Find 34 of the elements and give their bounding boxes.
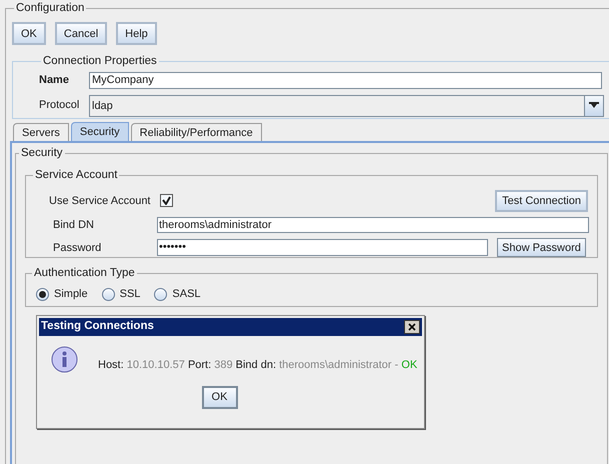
show-password-button[interactable]: Show Password — [497, 238, 586, 258]
field-label: Name — [39, 72, 70, 88]
radio-label: Simple — [54, 286, 88, 302]
field-label: Password — [52, 240, 102, 256]
window-title: Configuration — [15, 1, 86, 16]
protocol-dropdown[interactable]: ldap — [89, 94, 604, 116]
radio-label: SASL — [172, 286, 201, 302]
checkbox-label: Use Service Account — [49, 194, 152, 208]
password-field[interactable]: ••••••• — [157, 239, 488, 256]
info-icon — [51, 346, 79, 374]
radio-button[interactable] — [36, 288, 49, 300]
radio-button[interactable] — [154, 288, 168, 300]
tab[interactable]: Servers — [13, 123, 69, 142]
use-service-account-checkbox[interactable] — [160, 194, 173, 208]
radio-button[interactable] — [102, 288, 115, 300]
bind-dn-field[interactable]: therooms\administrator — [157, 217, 589, 233]
close-icon[interactable] — [404, 320, 420, 334]
radio-label: SSL — [120, 286, 140, 302]
connection-result-message: Host: 10.10.10.57 Port: 389 Bind dn: therooms\administrator - OK — [98, 358, 418, 373]
toolbar-button[interactable]: Help — [116, 22, 157, 46]
name-field[interactable]: MyCompany — [89, 72, 602, 88]
toolbar-button[interactable]: OK — [12, 22, 46, 46]
field-label: Protocol — [39, 98, 80, 114]
group-title: Service Account — [34, 168, 118, 182]
tab[interactable]: Security — [70, 122, 129, 142]
toolbar-button[interactable]: Cancel — [54, 22, 108, 46]
tab[interactable]: Reliability/Performance — [130, 123, 262, 142]
ok-button[interactable]: OK — [202, 386, 238, 409]
group-title: Authentication Type — [33, 266, 136, 280]
group-title: Connection Properties — [42, 54, 158, 70]
test-connection-button[interactable]: Test Connection — [495, 190, 588, 212]
dialog-title: Testing Connections — [41, 319, 154, 334]
field-label: Bind DN — [52, 218, 95, 233]
group-title: Security — [20, 146, 64, 162]
